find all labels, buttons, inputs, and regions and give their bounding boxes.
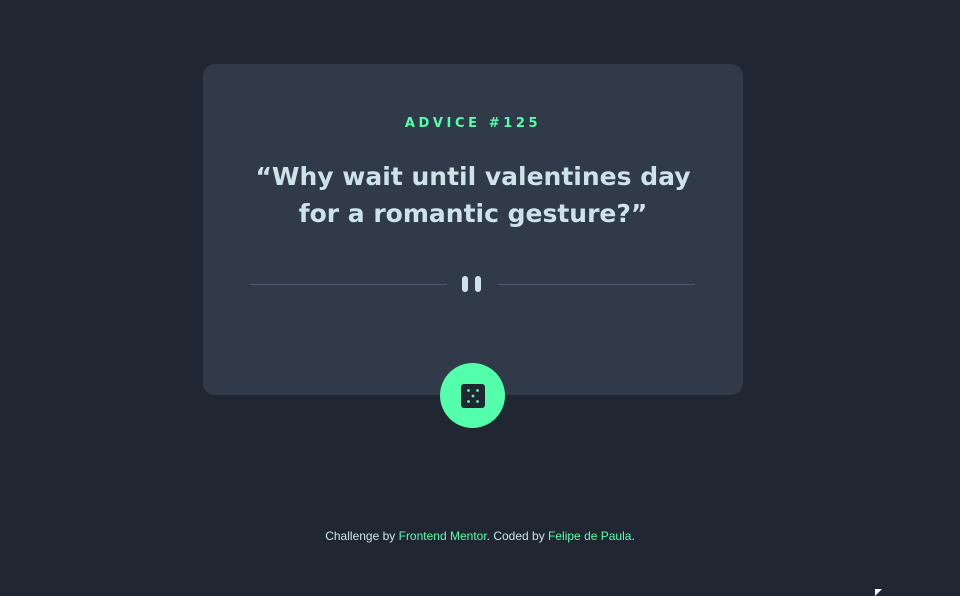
- advice-quote: “Why wait until valentines day for a rom…: [255, 162, 691, 228]
- mouse-cursor-icon: [875, 589, 882, 596]
- divider-line-right: [499, 284, 695, 285]
- footer-prefix: Challenge by: [325, 529, 399, 543]
- divider: [251, 276, 695, 292]
- author-link[interactable]: Felipe de Paula: [548, 529, 631, 543]
- divider-line-left: [251, 284, 447, 285]
- footer-suffix: .: [631, 529, 635, 543]
- dice-icon: [460, 383, 485, 408]
- page: ADVICE #125 “Why wait until valentines d…: [0, 0, 960, 596]
- new-advice-button[interactable]: [440, 363, 505, 428]
- pause-icon: [462, 276, 484, 292]
- frontend-mentor-link[interactable]: Frontend Mentor: [399, 529, 487, 543]
- attribution-footer: Challenge by Frontend Mentor. Coded by F…: [0, 529, 960, 543]
- footer-middle: . Coded by: [486, 529, 549, 543]
- advice-card: ADVICE #125 “Why wait until valentines d…: [203, 64, 743, 395]
- advice-id: ADVICE #125: [404, 116, 542, 131]
